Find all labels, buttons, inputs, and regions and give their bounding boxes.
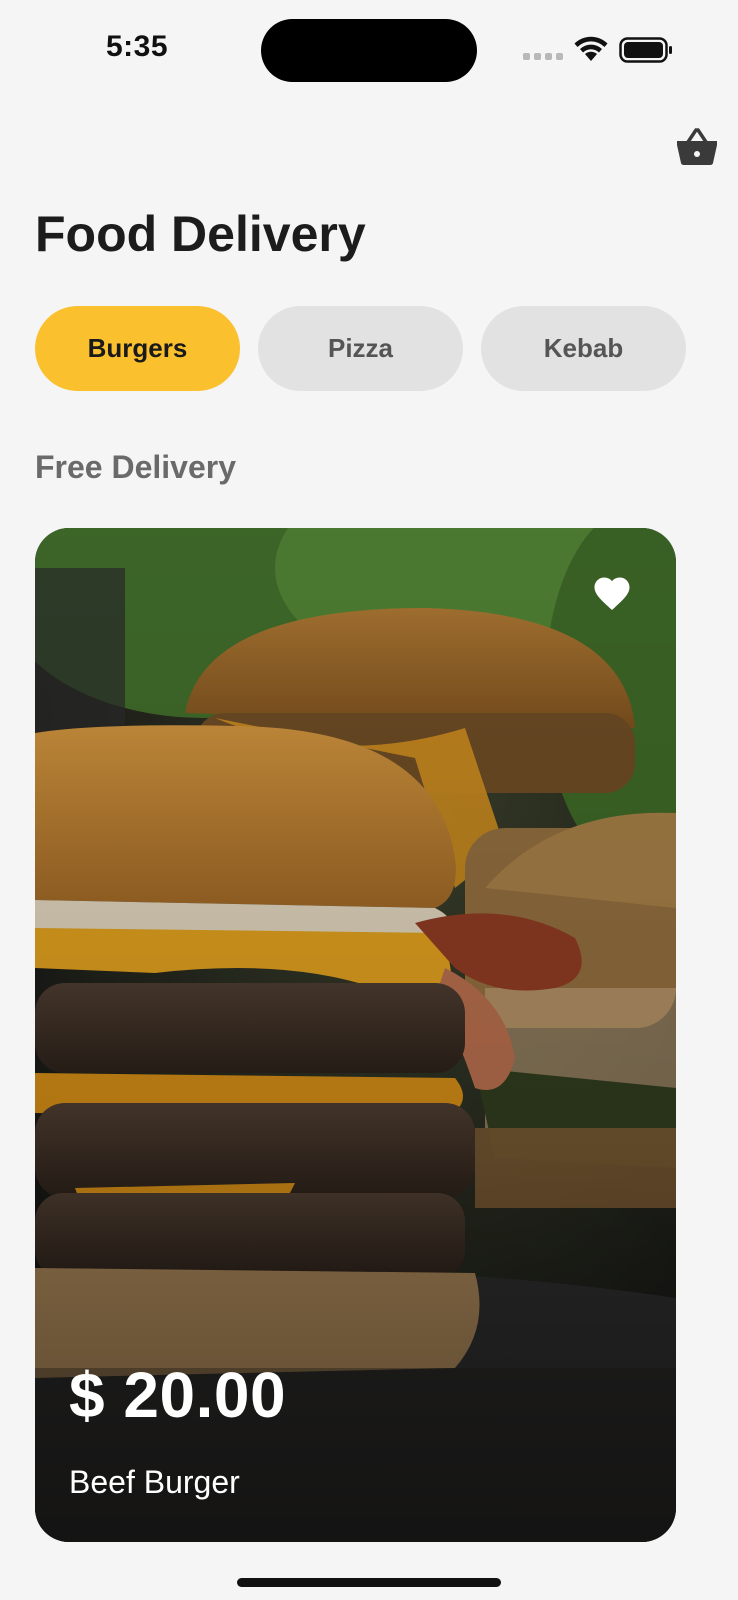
food-card[interactable]: $ 20.00 Beef Burger	[35, 528, 676, 1542]
dynamic-island	[261, 19, 477, 82]
home-indicator[interactable]	[237, 1578, 501, 1587]
category-chip-pizza[interactable]: Pizza	[258, 306, 463, 391]
category-chip-kebab[interactable]: Kebab	[481, 306, 686, 391]
app-screen: 5:35 Food Delivery Burgers Pizza Kebab F…	[0, 0, 738, 1600]
category-tabs: Burgers Pizza Kebab	[35, 306, 686, 391]
cellular-signal-icon	[523, 53, 563, 60]
status-time: 5:35	[106, 30, 169, 63]
item-price: $ 20.00	[69, 1359, 287, 1431]
item-name: Beef Burger	[69, 1464, 240, 1500]
basket-icon[interactable]	[676, 128, 718, 166]
section-title: Free Delivery	[35, 449, 237, 485]
battery-icon	[619, 37, 672, 63]
page-title: Food Delivery	[35, 206, 366, 262]
heart-icon[interactable]	[593, 576, 631, 612]
wifi-icon	[574, 36, 608, 61]
category-chip-burgers[interactable]: Burgers	[35, 306, 240, 391]
